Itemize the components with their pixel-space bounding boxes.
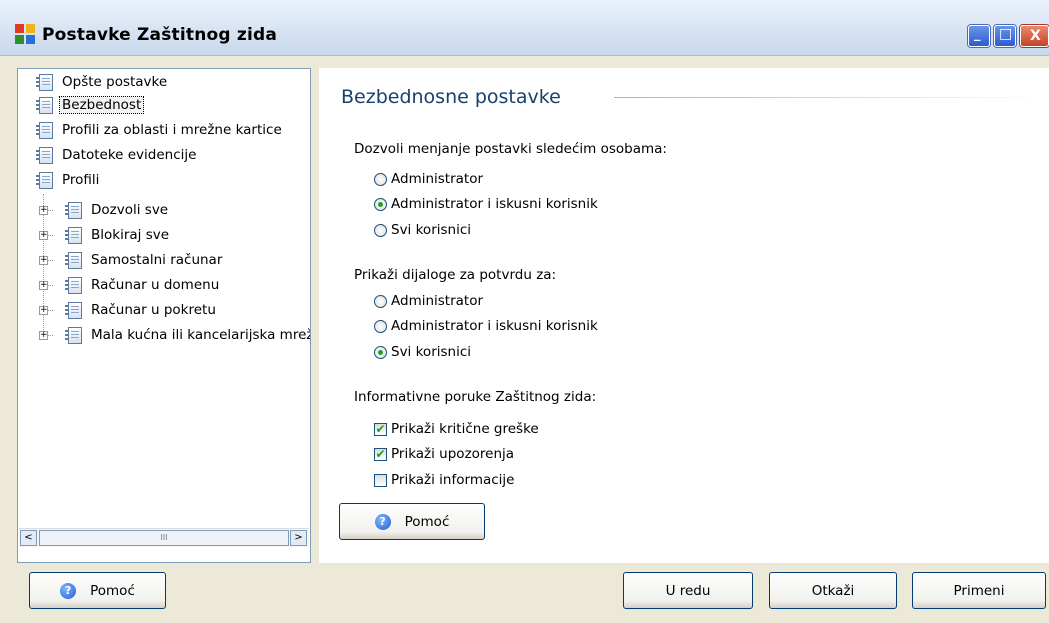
radio-button[interactable] xyxy=(374,197,387,211)
checkbox-label: Prikaži upozorenja xyxy=(391,446,515,462)
radio-button[interactable] xyxy=(374,345,387,359)
tree-item-label: Datoteke evidencije xyxy=(62,147,197,163)
tree-item-label: Bezbednost xyxy=(59,96,145,114)
tree-item-label: Računar u domenu xyxy=(91,277,220,293)
radio-label: Svi korisnici xyxy=(391,344,472,360)
radio-confirm-admin-power-user[interactable]: Administrator i iskusni korisnik xyxy=(374,318,598,334)
radio-button[interactable] xyxy=(374,319,387,333)
tree-item-label: Profili za oblasti i mrežne kartice xyxy=(62,122,282,138)
document-icon xyxy=(65,251,82,269)
tree-item-samostalni-racunar[interactable]: Samostalni računar xyxy=(65,249,223,271)
radio-confirm-administrator[interactable]: Administrator xyxy=(374,293,483,309)
group-label-confirm-dialogs: Prikaži dijaloge za potvrdu za: xyxy=(354,267,557,283)
settings-tree[interactable]: Opšte postavke Bezbednost Profili za obl… xyxy=(17,68,311,563)
document-icon xyxy=(36,121,53,139)
document-icon xyxy=(65,276,82,294)
footer-help-button[interactable]: ? Pomoć xyxy=(29,572,166,609)
app-icon xyxy=(15,24,35,44)
radio-label: Administrator i iskusni korisnik xyxy=(391,196,598,212)
close-icon: X xyxy=(1030,28,1041,44)
group-label-info-messages: Informativne poruke Zaštitnog zida: xyxy=(354,389,597,405)
expand-icon[interactable]: + xyxy=(39,231,48,240)
help-icon: ? xyxy=(60,582,77,599)
document-icon xyxy=(65,301,82,319)
maximize-button[interactable]: □ xyxy=(994,25,1016,47)
tree-horizontal-scrollbar[interactable]: < III > xyxy=(19,528,309,547)
tree-item-profili[interactable]: Profili xyxy=(36,169,100,191)
tree-item-racunar-u-pokretu[interactable]: Računar u pokretu xyxy=(65,299,216,321)
tree-item-opste-postavke[interactable]: Opšte postavke xyxy=(36,71,168,93)
checkmark-icon[interactable]: ✔ xyxy=(374,422,387,436)
radio-change-all-users[interactable]: Svi korisnici xyxy=(374,222,471,238)
scrollbar-thumb[interactable]: III xyxy=(39,530,289,546)
checkbox-warnings[interactable]: ✔ Prikaži upozorenja xyxy=(374,446,514,462)
tree-item-label: Opšte postavke xyxy=(62,74,168,90)
expand-icon[interactable]: + xyxy=(39,281,48,290)
tree-item-bezbednost[interactable]: Bezbednost xyxy=(36,94,145,116)
tree-item-label: Dozvoli sve xyxy=(91,202,169,218)
tree-item-label: Mala kućna ili kancelarijska mreža xyxy=(91,327,311,343)
button-label: Primeni xyxy=(953,582,1005,599)
minimize-button[interactable]: _ xyxy=(968,25,990,47)
radio-confirm-all-users[interactable]: Svi korisnici xyxy=(374,344,471,360)
expand-icon[interactable]: + xyxy=(39,206,48,215)
tree-item-mala-kucna-mreza[interactable]: Mala kućna ili kancelarijska mreža xyxy=(65,324,311,346)
tree-item-label: Profili xyxy=(62,172,100,188)
apply-button[interactable]: Primeni xyxy=(912,572,1046,609)
tree-item-dozvoli-sve[interactable]: Dozvoli sve xyxy=(65,199,169,221)
page-title: Bezbednosne postavke xyxy=(341,86,561,108)
button-label: Pomoć xyxy=(90,582,135,599)
scroll-right-arrow-icon[interactable]: > xyxy=(290,530,307,546)
help-icon: ? xyxy=(374,513,391,530)
firewall-settings-window: Postavke Zaštitnog zida _ □ X Opšte post… xyxy=(0,0,1049,623)
title-bar[interactable]: Postavke Zaštitnog zida _ □ X xyxy=(0,0,1049,56)
button-label: Otkaži xyxy=(811,582,855,599)
maximize-icon: □ xyxy=(999,26,1013,42)
checkbox-critical-errors[interactable]: ✔ Prikaži kritične greške xyxy=(374,421,539,437)
radio-change-admin-power-user[interactable]: Administrator i iskusni korisnik xyxy=(374,196,598,212)
checkbox-label: Prikaži informacije xyxy=(391,472,515,488)
tree-item-racunar-u-domenu[interactable]: Računar u domenu xyxy=(65,274,220,296)
radio-button[interactable] xyxy=(374,223,387,237)
minimize-icon: _ xyxy=(974,27,981,42)
tree-item-label: Računar u pokretu xyxy=(91,302,216,318)
tree-item-label: Blokiraj sve xyxy=(91,227,170,243)
document-icon xyxy=(36,96,53,114)
document-icon xyxy=(36,171,53,189)
checkbox-information[interactable]: Prikaži informacije xyxy=(374,472,514,488)
expand-icon[interactable]: + xyxy=(39,306,48,315)
window-title: Postavke Zaštitnog zida xyxy=(42,25,278,45)
title-divider xyxy=(614,97,1049,98)
radio-button[interactable] xyxy=(374,294,387,308)
ok-button[interactable]: U redu xyxy=(623,572,753,609)
radio-button[interactable] xyxy=(374,172,387,186)
close-button[interactable]: X xyxy=(1020,25,1049,47)
button-label: U redu xyxy=(665,582,711,599)
tree-item-profili-oblasti[interactable]: Profili za oblasti i mrežne kartice xyxy=(36,119,282,141)
scroll-left-arrow-icon[interactable]: < xyxy=(20,530,37,546)
document-icon xyxy=(65,226,82,244)
group-label-change-permissions: Dozvoli menjanje postavki sledećim osoba… xyxy=(354,141,667,157)
expand-icon[interactable]: + xyxy=(39,256,48,265)
button-label: Pomoć xyxy=(404,513,450,530)
cancel-button[interactable]: Otkaži xyxy=(769,572,897,609)
content-help-button[interactable]: ? Pomoć xyxy=(339,503,485,540)
checkbox-empty[interactable] xyxy=(374,473,387,487)
checkmark-icon[interactable]: ✔ xyxy=(374,447,387,461)
document-icon xyxy=(36,146,53,164)
tree-item-blokiraj-sve[interactable]: Blokiraj sve xyxy=(65,224,170,246)
document-icon xyxy=(36,73,53,91)
radio-label: Administrator xyxy=(391,171,484,187)
tree-item-datoteke-evidencije[interactable]: Datoteke evidencije xyxy=(36,144,197,166)
document-icon xyxy=(65,201,82,219)
radio-label: Svi korisnici xyxy=(391,222,472,238)
document-icon xyxy=(65,326,82,344)
expand-icon[interactable]: + xyxy=(39,331,48,340)
radio-label: Administrator xyxy=(391,293,484,309)
radio-label: Administrator i iskusni korisnik xyxy=(391,318,598,334)
radio-change-administrator[interactable]: Administrator xyxy=(374,171,483,187)
checkbox-label: Prikaži kritične greške xyxy=(391,421,539,437)
tree-item-label: Samostalni računar xyxy=(91,252,223,268)
